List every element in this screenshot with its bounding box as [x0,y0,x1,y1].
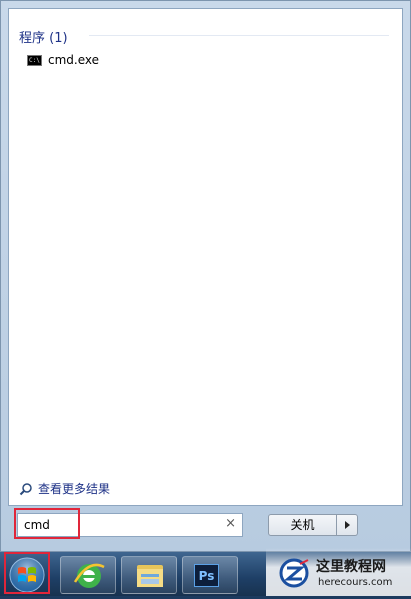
search-input[interactable] [24,516,204,534]
result-item-cmd[interactable]: C:\ cmd.exe [27,51,227,69]
cmd-window-icon: C:\ [27,54,42,66]
folder-icon [137,565,163,587]
shutdown-button[interactable]: 关机 [268,514,337,536]
group-divider [89,35,389,36]
clear-icon[interactable]: × [225,516,236,531]
watermark: 这里教程网 herecours.com [266,548,411,596]
photoshop-icon: Ps [194,564,219,587]
start-button[interactable] [5,555,49,595]
windows-logo-icon [9,557,45,593]
result-item-label: cmd.exe [48,53,100,67]
taskbar-photoshop[interactable]: Ps [182,556,238,594]
taskbar-internet-explorer[interactable] [60,556,116,594]
shutdown-options-arrow-icon[interactable] [337,514,358,536]
ie-icon [73,563,105,588]
search-box[interactable]: × [17,513,243,537]
see-more-label: 查看更多结果 [38,482,111,496]
programs-group-header: 程序 (1) [19,31,68,46]
search-results-pane: 程序 (1) C:\ cmd.exe 查看更多结果 [8,8,403,506]
search-icon [19,482,32,495]
taskbar-windows-explorer[interactable] [121,556,177,594]
watermark-logo-icon [279,558,309,588]
start-menu: 程序 (1) C:\ cmd.exe 查看更多结果 × 关机 [0,0,411,552]
watermark-title: 这里教程网 [316,559,386,575]
see-more-results-link[interactable]: 查看更多结果 [19,480,110,497]
watermark-url: herecours.com [318,577,393,588]
